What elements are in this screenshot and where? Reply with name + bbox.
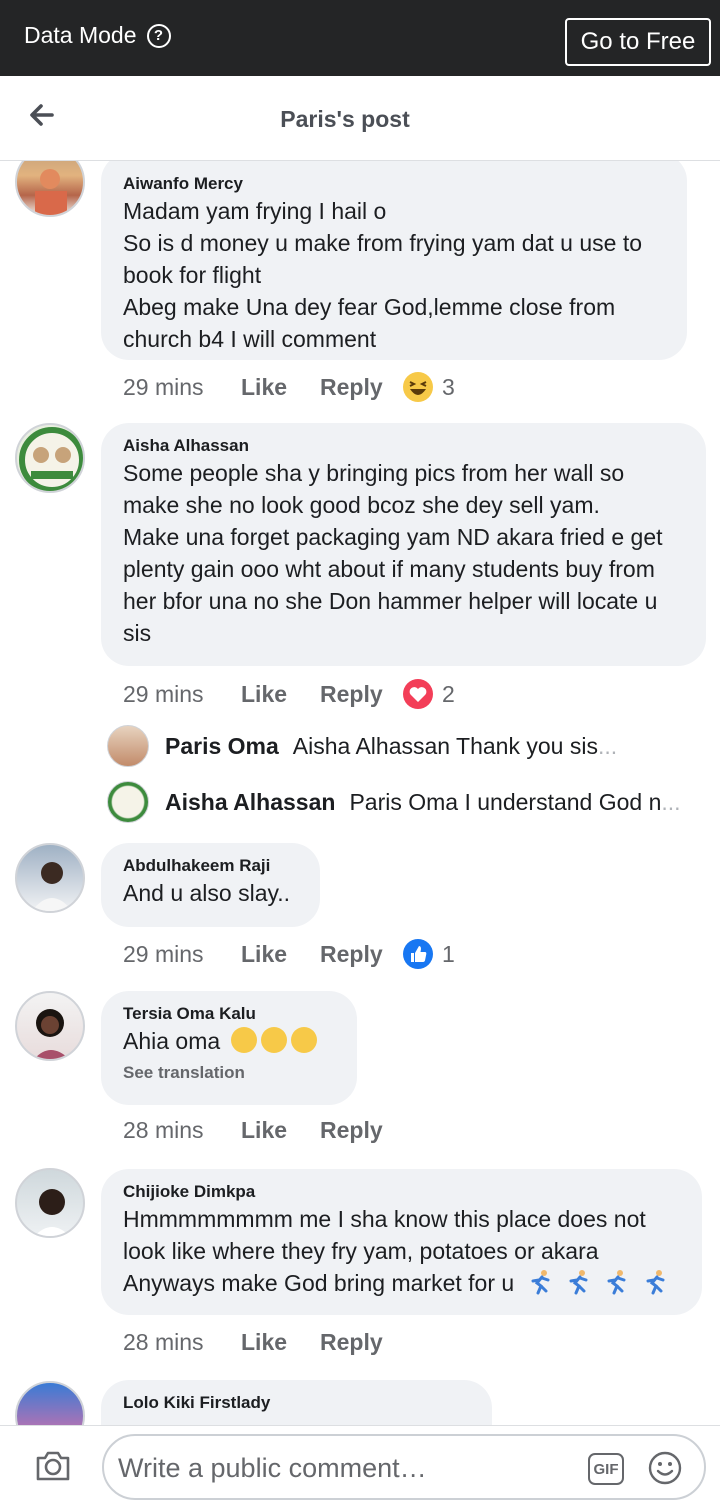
- reaction-summary[interactable]: 2: [402, 678, 455, 710]
- reply-button[interactable]: Reply: [320, 681, 402, 708]
- reply-text: Paris Oma I understand God n: [349, 788, 662, 815]
- comment-actions: 28 mins Like Reply: [123, 1117, 402, 1144]
- avatar[interactable]: [15, 991, 85, 1061]
- data-mode-label: Data Mode: [24, 22, 137, 48]
- commenter-name[interactable]: Lolo Kiki Firstlady: [123, 1392, 470, 1414]
- see-translation-link[interactable]: See translation: [123, 1063, 335, 1083]
- comment-input[interactable]: Write a public comment… GIF: [102, 1434, 706, 1500]
- reply-button[interactable]: Reply: [320, 1329, 402, 1356]
- reply-text: Aisha Alhassan Thank you sis: [292, 732, 598, 759]
- comments-feed[interactable]: Aiwanfo Mercy Madam yam frying I hail o …: [0, 161, 720, 1425]
- comment-text: Madam yam frying I hail o So is d money …: [123, 198, 643, 352]
- love-icon: [403, 679, 433, 709]
- comment-time: 28 mins: [123, 1329, 204, 1355]
- rofl-emoji-icon: [260, 1027, 287, 1053]
- reply-button[interactable]: Reply: [320, 1117, 402, 1144]
- page-title: Paris's post: [280, 106, 410, 132]
- avatar: [107, 725, 149, 767]
- avatar[interactable]: [15, 423, 85, 493]
- commenter-name[interactable]: Aiwanfo Mercy: [123, 173, 665, 195]
- like-button[interactable]: Like: [241, 374, 320, 401]
- comment-bubble: Abdulhakeem Raji And u also slay..: [101, 843, 320, 927]
- reaction-count: 1: [442, 940, 455, 967]
- comment-composer: Write a public comment… GIF: [0, 1425, 720, 1508]
- comment-text: Ahia oma: [123, 1025, 335, 1057]
- avatar: [107, 781, 149, 823]
- commenter-name[interactable]: Aisha Alhassan: [123, 435, 684, 457]
- reply-button[interactable]: Reply: [320, 374, 402, 401]
- running-man-emoji-icon: [607, 1270, 626, 1295]
- comment-bubble: Aiwanfo Mercy Madam yam frying I hail o …: [101, 161, 687, 360]
- running-man-emoji-icon: [646, 1270, 665, 1295]
- camera-icon[interactable]: [33, 1446, 73, 1486]
- comment-bubble: Aisha Alhassan Some people sha y bringin…: [101, 423, 706, 666]
- reply-preview[interactable]: Paris Oma Aisha Alhassan Thank you sis..…: [107, 725, 617, 767]
- reply-button[interactable]: Reply: [320, 941, 402, 968]
- avatar[interactable]: [15, 843, 85, 913]
- commenter-name[interactable]: Tersia Oma Kalu: [123, 1003, 335, 1025]
- help-icon[interactable]: ?: [146, 23, 171, 48]
- avatar[interactable]: [15, 1168, 85, 1238]
- rofl-emoji-icon: [230, 1027, 257, 1053]
- comment-time: 28 mins: [123, 1117, 204, 1143]
- reply-ellipsis: ...: [661, 788, 681, 815]
- comment-actions: 29 mins Like Reply 1: [123, 938, 455, 970]
- comment-placeholder: Write a public comment…: [118, 1453, 427, 1483]
- comment-actions: 28 mins Like Reply: [123, 1329, 402, 1356]
- reply-ellipsis: ...: [597, 732, 618, 759]
- comment-actions: 29 mins Like Reply 3: [123, 371, 455, 403]
- emoji-picker-icon[interactable]: [647, 1450, 683, 1486]
- rofl-emoji-icon: [290, 1027, 317, 1053]
- comment-bubble: Chijioke Dimkpa Hmmmmmmmm me I sha know …: [101, 1169, 702, 1315]
- comment-text: Hmmmmmmmm me I sha know this place does …: [123, 1203, 680, 1299]
- comment-time: 29 mins: [123, 373, 204, 400]
- like-icon: [403, 939, 433, 969]
- comment-actions: 29 mins Like Reply 2: [123, 678, 455, 710]
- reaction-count: 3: [442, 373, 455, 400]
- like-button[interactable]: Like: [241, 1117, 320, 1144]
- comment-bubble: Lolo Kiki Firstlady: [101, 1380, 492, 1425]
- comment-text: Some people sha y bringing pics from her…: [123, 460, 663, 646]
- comment-time: 29 mins: [123, 680, 204, 707]
- comment-time: 29 mins: [123, 940, 204, 967]
- comment-text: And u also slay..: [123, 880, 291, 906]
- data-mode-indicator[interactable]: Data Mode ?: [24, 22, 171, 49]
- avatar[interactable]: [15, 1381, 85, 1425]
- reaction-count: 2: [442, 680, 455, 707]
- like-button[interactable]: Like: [241, 1329, 320, 1356]
- running-man-emoji-icon: [531, 1270, 550, 1295]
- reply-author[interactable]: Aisha Alhassan: [165, 789, 335, 816]
- reply-author[interactable]: Paris Oma: [165, 733, 279, 760]
- like-button[interactable]: Like: [241, 681, 320, 708]
- data-mode-bar: Data Mode ? Go to Free: [0, 0, 720, 76]
- reaction-summary[interactable]: 1: [402, 938, 455, 970]
- commenter-name[interactable]: Chijioke Dimkpa: [123, 1181, 680, 1203]
- reply-preview[interactable]: Aisha Alhassan Paris Oma I understand Go…: [107, 781, 681, 823]
- avatar[interactable]: [15, 161, 85, 217]
- commenter-name[interactable]: Abdulhakeem Raji: [123, 855, 298, 877]
- haha-icon: [403, 372, 433, 402]
- running-man-emoji-icon: [569, 1270, 588, 1295]
- go-to-free-button[interactable]: Go to Free: [565, 18, 711, 66]
- gif-icon[interactable]: GIF: [588, 1453, 624, 1485]
- comment-bubble: Tersia Oma Kalu Ahia oma See translation: [101, 991, 357, 1105]
- reaction-summary[interactable]: 3: [402, 371, 455, 403]
- like-button[interactable]: Like: [241, 941, 320, 968]
- post-header: Paris's post: [0, 76, 720, 161]
